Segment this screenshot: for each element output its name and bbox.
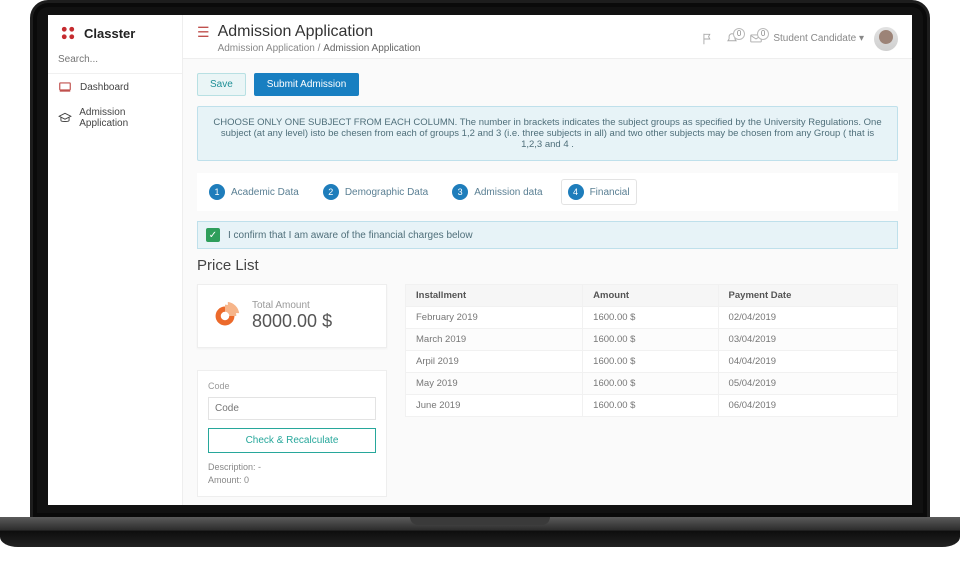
sidebar-item-label: Admission Application [79,107,172,129]
confirm-label: I confirm that I am aware of the financi… [228,230,473,241]
dashboard-icon [58,81,74,93]
submit-button[interactable]: Submit Admission [254,73,359,96]
check-icon[interactable]: ✓ [206,228,220,242]
table-row: February 2019 1600.00 $ 02/04/2019 [406,307,898,329]
code-label: Code [208,381,376,391]
laptop-base [0,517,960,547]
code-panel: Code Check & Recalculate Description: - … [197,370,387,497]
installments-table: Installment Amount Payment Date February… [405,284,898,417]
message-badge: 0 [757,28,769,40]
bell-badge: 0 [733,28,745,40]
pie-chart-icon [208,299,242,333]
page-header: ☰ Admission Application Admission Applic… [183,15,912,59]
confirm-checkbox-row[interactable]: ✓ I confirm that I am aware of the finan… [197,221,898,249]
save-button[interactable]: Save [197,73,246,96]
step-tabs: 1 Academic Data 2 Demographic Data 3 Adm… [197,173,898,211]
table-row: June 2019 1600.00 $ 06/04/2019 [406,395,898,417]
description-value: - [258,462,261,472]
info-banner: CHOOSE ONLY ONE SUBJECT FROM EACH COLUMN… [197,106,898,161]
form-actions: Save Submit Admission [197,73,898,96]
menu-toggle-icon[interactable]: ☰ [197,23,210,41]
tab-admission[interactable]: 3 Admission data [446,179,548,205]
sidebar-item-label: Dashboard [80,82,129,93]
th-installment: Installment [406,285,583,307]
brand-name: Classter [84,26,135,41]
table-row: March 2019 1600.00 $ 03/04/2019 [406,329,898,351]
flag-icon[interactable] [701,32,715,46]
breadcrumb-current: Admission Application [323,43,420,54]
breadcrumb-root[interactable]: Admission Application [218,43,315,54]
message-icon[interactable]: 0 [749,32,763,46]
check-recalculate-button[interactable]: Check & Recalculate [208,428,376,453]
bell-icon[interactable]: 0 [725,32,739,46]
brand-icon [58,23,78,43]
amount-label: Amount: [208,475,242,485]
search-input[interactable] [58,54,172,65]
sidebar-search[interactable] [48,49,182,74]
tab-demographic[interactable]: 2 Demographic Data [317,179,434,205]
table-row: May 2019 1600.00 $ 05/04/2019 [406,373,898,395]
table-row: Arpil 2019 1600.00 $ 04/04/2019 [406,351,898,373]
breadcrumb: Admission Application / Admission Applic… [218,43,421,54]
user-menu[interactable]: Student Candidate ▾ [773,33,864,44]
total-amount-card: Total Amount 8000.00 $ [197,284,387,348]
section-title-price: Price List [197,257,898,274]
tab-financial[interactable]: 4 Financial [561,179,637,205]
total-label: Total Amount [252,300,332,311]
tab-academic[interactable]: 1 Academic Data [203,179,305,205]
code-input[interactable] [208,397,376,420]
brand-logo: Classter [48,15,182,49]
th-amount: Amount [583,285,718,307]
page-title: Admission Application [218,23,421,41]
sidebar-item-admission[interactable]: Admission Application [48,100,182,136]
sidebar-item-dashboard[interactable]: Dashboard [48,74,182,100]
total-amount: 8000.00 $ [252,311,332,332]
avatar[interactable] [874,27,898,51]
main-area: ☰ Admission Application Admission Applic… [183,15,912,505]
graduation-icon [58,112,73,124]
amount-value: 0 [244,475,249,485]
sidebar: Classter Dashboard Admission Application [48,15,183,505]
th-date: Payment Date [718,285,897,307]
description-label: Description: [208,462,256,472]
